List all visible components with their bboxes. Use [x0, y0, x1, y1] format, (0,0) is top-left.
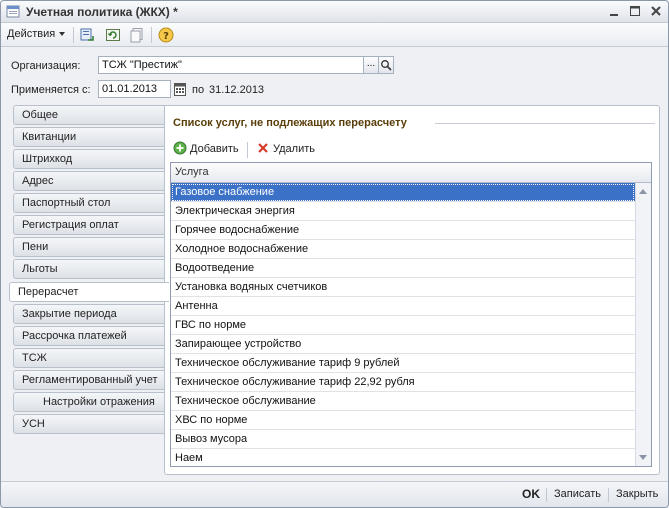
help-icon[interactable]: ?	[158, 27, 174, 43]
to-label: по	[192, 84, 205, 96]
tab-general[interactable]: Общее	[13, 105, 165, 125]
table-row[interactable]: Холодное водоснабжение	[171, 240, 635, 259]
title-bar[interactable]: Учетная политика (ЖКХ) *	[1, 1, 668, 23]
actions-menu[interactable]: Действия	[7, 28, 66, 40]
list-toolbar-separator	[247, 142, 248, 158]
tab-barcode[interactable]: Штрихкод	[13, 149, 165, 169]
tab-regulated-accounting[interactable]: Регламентированный учет	[13, 370, 165, 390]
services-table: Услуга Газовое снабжение Электрическая э…	[170, 162, 652, 467]
copy-document-icon[interactable]	[129, 27, 145, 43]
toolbar: Действия ?	[1, 23, 668, 47]
applies-to-value: 31.12.2013	[209, 84, 265, 96]
tab-passport-office[interactable]: Паспортный стол	[13, 193, 165, 213]
close-form-button[interactable]: Закрыть	[616, 488, 658, 500]
maximize-button[interactable]	[627, 4, 643, 19]
table-row[interactable]: Техническое обслуживание	[171, 392, 635, 411]
actions-menu-label: Действия	[7, 28, 56, 40]
save-button[interactable]: Записать	[554, 488, 601, 500]
window-title: Учетная политика (ЖКХ) *	[26, 5, 178, 19]
refresh-icon[interactable]	[105, 27, 121, 43]
tab-reflection-settings[interactable]: Настройки отражения	[13, 392, 165, 412]
delete-icon	[258, 143, 268, 153]
tab-address[interactable]: Адрес	[13, 171, 165, 191]
tab-payment-registration[interactable]: Регистрация оплат	[13, 215, 165, 235]
table-row[interactable]: Техническое обслуживание тариф 22,92 руб…	[171, 373, 635, 392]
close-button[interactable]	[648, 4, 664, 19]
organization-search-button[interactable]	[378, 56, 394, 74]
table-row[interactable]: Горячее водоснабжение	[171, 221, 635, 240]
organization-label: Организация:	[11, 60, 81, 72]
column-header-service[interactable]: Услуга	[171, 163, 651, 183]
delete-button[interactable]: Удалить	[256, 141, 315, 155]
table-row[interactable]: Антенна	[171, 297, 635, 316]
table-row[interactable]: ГВС по норме	[171, 316, 635, 335]
tab-hoa[interactable]: ТСЖ	[13, 348, 165, 368]
toolbar-separator	[151, 27, 152, 43]
tab-penalties[interactable]: Пени	[13, 237, 165, 257]
add-icon	[173, 141, 187, 155]
vertical-scrollbar[interactable]	[635, 183, 651, 466]
toolbar-separator	[73, 27, 74, 43]
group-title: Список услуг, не подлежащих перерасчету	[173, 117, 407, 129]
table-row[interactable]: Запирающее устройство	[171, 335, 635, 354]
save-close-icon[interactable]	[79, 27, 95, 43]
scroll-down-icon[interactable]	[639, 455, 647, 460]
bottom-separator	[546, 488, 547, 502]
table-row[interactable]: Установка водяных счетчиков	[171, 278, 635, 297]
table-row[interactable]: Вывоз мусора	[171, 430, 635, 449]
table-row[interactable]: ХВС по норме	[171, 411, 635, 430]
tab-period-closing[interactable]: Закрытие периода	[13, 304, 165, 324]
table-row[interactable]: Водоотведение	[171, 259, 635, 278]
tab-benefits[interactable]: Льготы	[13, 259, 165, 279]
svg-text:?: ?	[163, 31, 169, 42]
tab-recalculation[interactable]: Перерасчет	[9, 282, 169, 302]
services-rows: Газовое снабжение Электрическая энергия …	[171, 183, 635, 466]
calendar-icon[interactable]	[173, 81, 187, 97]
window: Учетная политика (ЖКХ) * Действия ? Орга…	[0, 0, 669, 508]
scroll-up-icon[interactable]	[639, 189, 647, 194]
tab-usn[interactable]: УСН	[13, 414, 165, 434]
delete-button-label: Удалить	[273, 143, 315, 155]
organization-field[interactable]: ТСЖ "Престиж"	[98, 56, 364, 74]
bottom-separator	[608, 488, 609, 502]
table-row[interactable]: Газовое снабжение	[171, 183, 635, 202]
table-row[interactable]: Техническое обслуживание тариф 9 рублей	[171, 354, 635, 373]
applies-from-field[interactable]: 01.01.2013	[98, 80, 171, 98]
tab-receipts[interactable]: Квитанции	[13, 127, 165, 147]
table-row[interactable]: Электрическая энергия	[171, 202, 635, 221]
add-button[interactable]: Добавить	[173, 141, 239, 155]
table-row[interactable]: Наем	[171, 449, 635, 466]
search-icon	[381, 60, 392, 71]
tab-installments[interactable]: Рассрочка платежей	[13, 326, 165, 346]
applies-label: Применяется с:	[11, 84, 91, 96]
document-icon	[6, 5, 20, 18]
minimize-button[interactable]	[606, 4, 622, 19]
group-divider	[435, 123, 655, 124]
bottom-bar: OK Записать Закрыть	[1, 481, 668, 507]
organization-select-button[interactable]: ...	[363, 56, 379, 74]
ok-button[interactable]: OK	[522, 487, 540, 501]
add-button-label: Добавить	[190, 143, 239, 155]
chevron-down-icon	[59, 32, 66, 37]
